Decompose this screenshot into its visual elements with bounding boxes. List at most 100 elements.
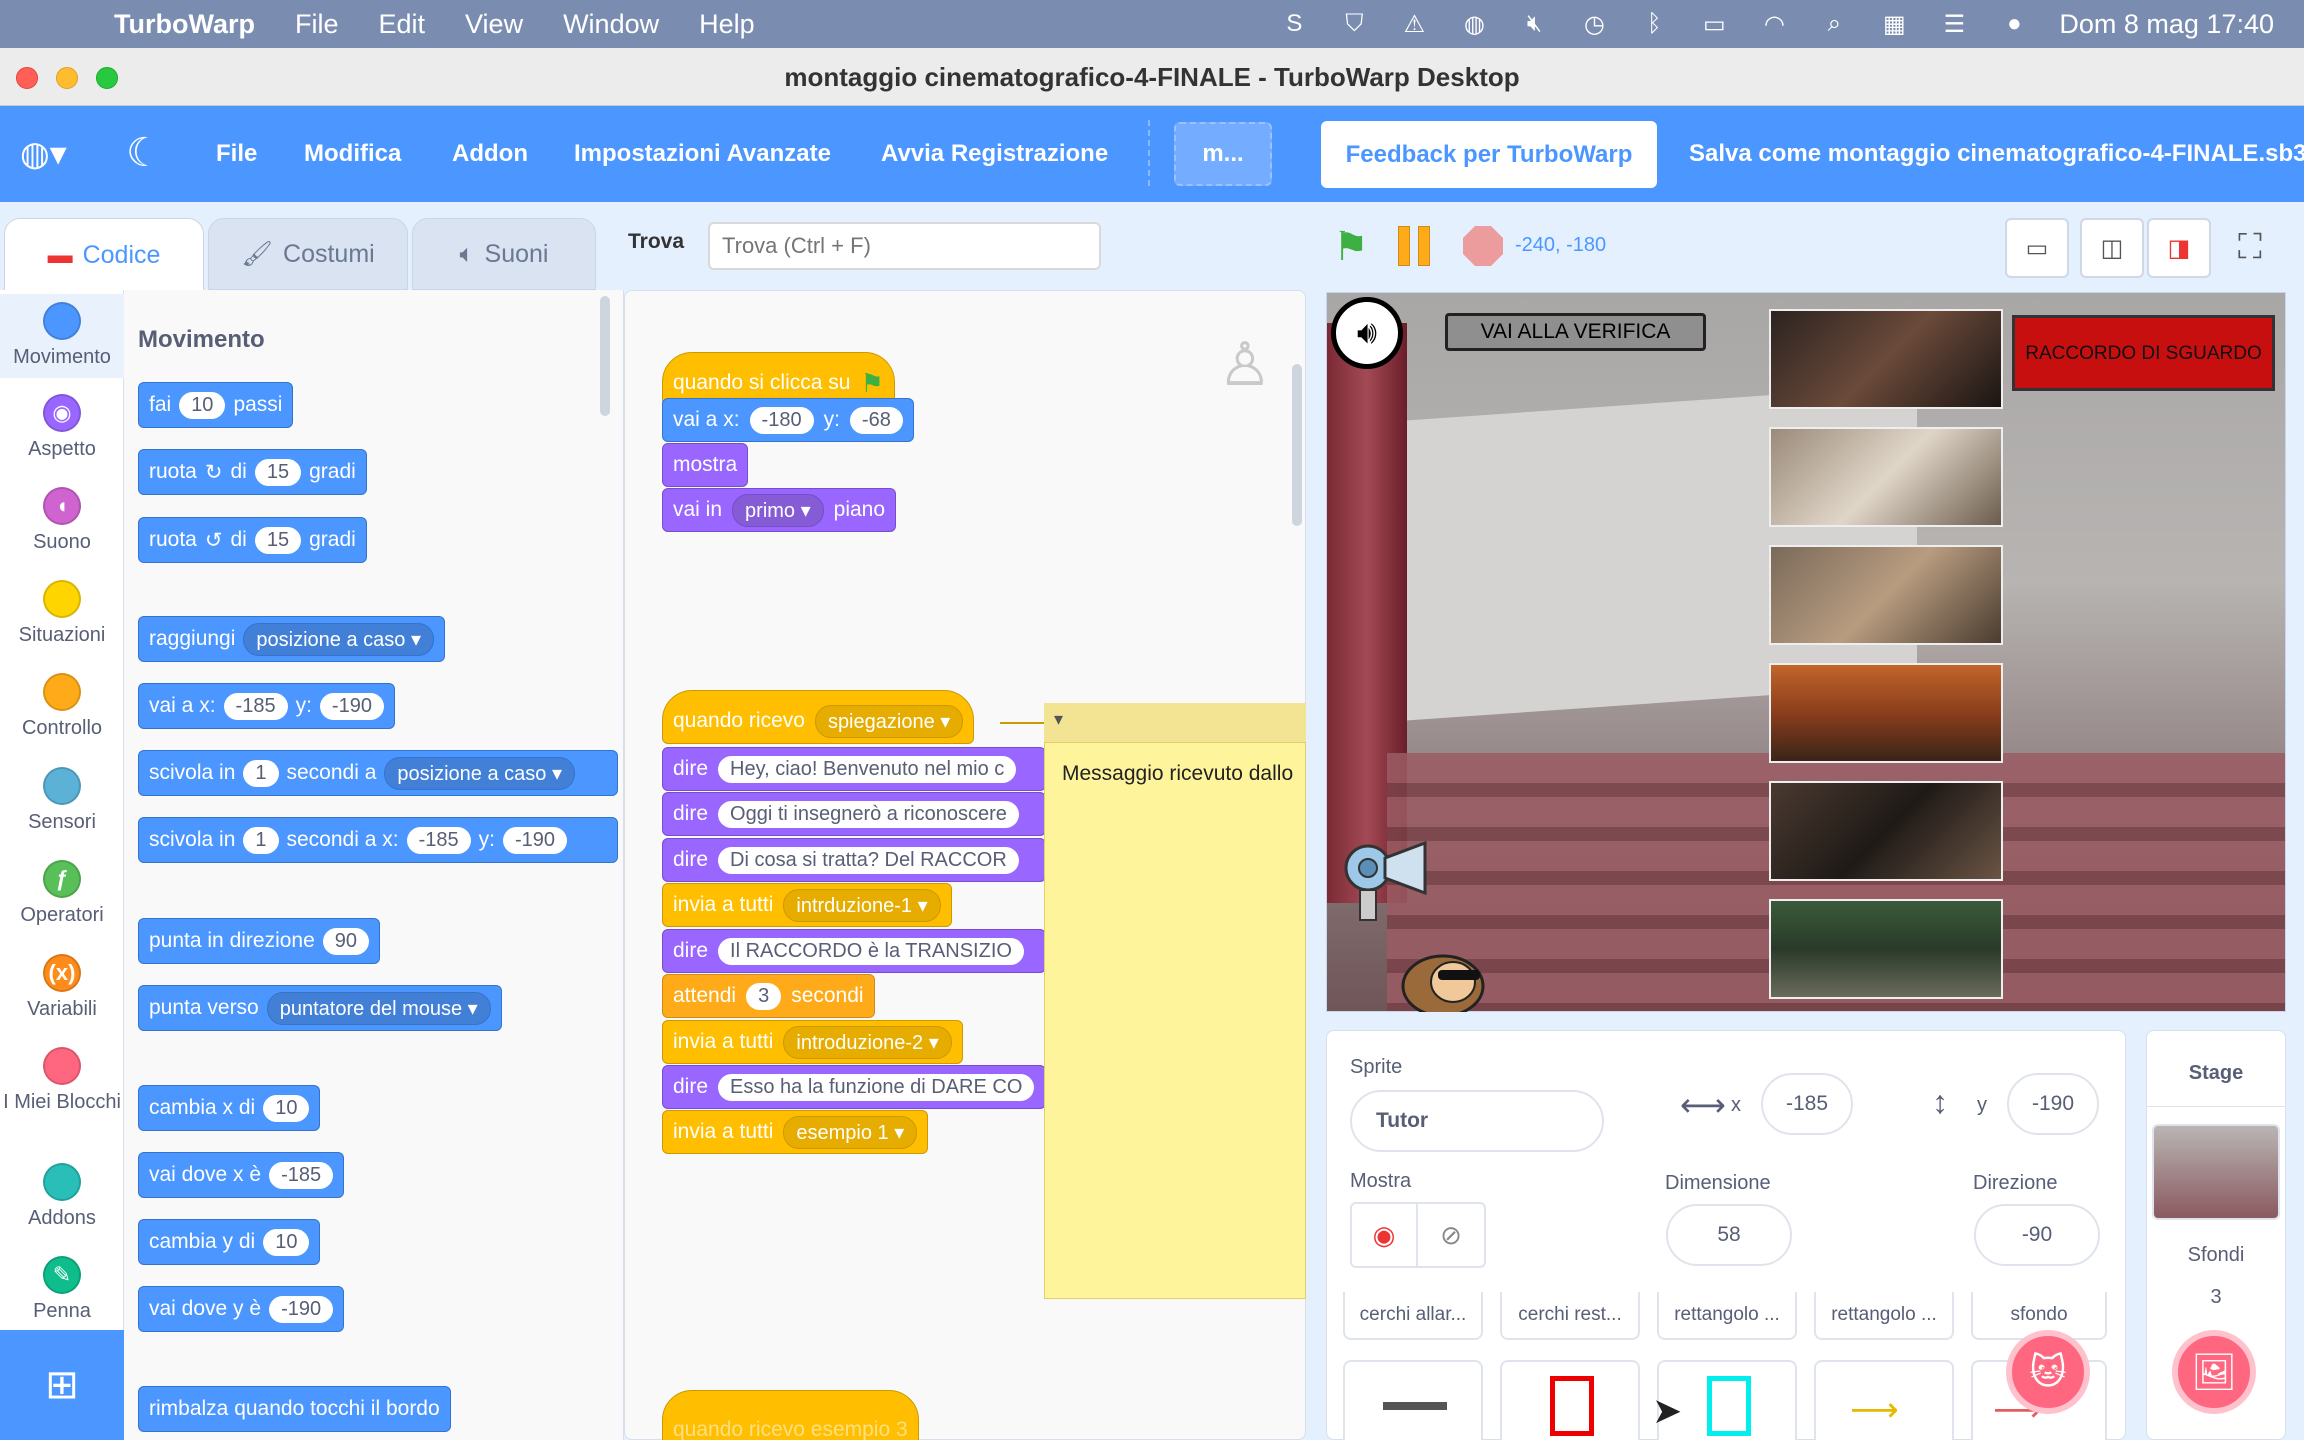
block-change-x[interactable]: cambia x di 10	[138, 1085, 321, 1131]
notification-icon[interactable]: ⚠	[1399, 11, 1429, 38]
block-dropdown[interactable]: intrduzione-1 ▾	[783, 888, 941, 922]
block-input[interactable]: 10	[263, 1228, 310, 1256]
menu-edit[interactable]: Edit	[379, 9, 426, 40]
block-input[interactable]: 1	[243, 826, 279, 854]
block-input[interactable]: -185	[406, 826, 471, 854]
shield-icon[interactable]: ⛉	[1339, 10, 1369, 37]
block-move-steps[interactable]: fai 10 passi	[138, 382, 294, 428]
block-go-to[interactable]: raggiungi posizione a caso ▾	[138, 616, 445, 662]
category-movimento[interactable]: Movimento	[0, 302, 124, 369]
hide-eye-icon[interactable]: ⊘	[1418, 1204, 1484, 1266]
block-go-to-xy[interactable]: vai a x: -185 y: -190	[138, 683, 395, 729]
block-input[interactable]: Il RACCORDO è la TRANSIZIO	[718, 937, 1024, 965]
go-to-quiz-button[interactable]: VAI ALLA VERIFICA	[1445, 313, 1706, 351]
block-say[interactable]: dire Il RACCORDO è la TRANSIZIO	[662, 929, 1046, 973]
find-input[interactable]	[708, 222, 1101, 270]
tab-costumes[interactable]: 🖌︎ Costumi	[208, 218, 408, 290]
block-bounce[interactable]: rimbalza quando tocchi il bordo	[138, 1386, 451, 1432]
block-glide-to-xy[interactable]: scivola in 1 secondi a x: -185 y: -190	[138, 817, 618, 863]
category-i-miei-blocchi[interactable]: I Miei Blocchi	[0, 1047, 124, 1114]
category-operatori[interactable]: ƒ Operatori	[0, 860, 124, 927]
tw-menu-edit[interactable]: Modifica	[304, 140, 401, 168]
block-input[interactable]: -185	[223, 692, 288, 720]
block-input[interactable]: Hey, ciao! Benvenuto nel mio c	[718, 755, 1017, 783]
script-comment[interactable]	[1044, 703, 1306, 1299]
sprite-tile[interactable]: rettangolo ...	[1814, 1292, 1954, 1340]
siri-icon[interactable]: ●	[1999, 10, 2029, 37]
y-field[interactable]: -190	[2007, 1073, 2099, 1135]
block-input[interactable]: Oggi ti insegnerò a riconoscere	[718, 800, 1019, 828]
block-point-towards[interactable]: punta verso puntatore del mouse ▾	[138, 985, 502, 1031]
size-field[interactable]: 58	[1666, 1204, 1792, 1266]
save-as-button[interactable]: Salva come montaggio cinematografico-4-F…	[1689, 140, 2304, 168]
block-input[interactable]: 3	[746, 982, 782, 1010]
sprite-tile[interactable]: cerchi allar...	[1343, 1292, 1483, 1340]
x-field[interactable]: -185	[1761, 1073, 1853, 1135]
muted-speaker-icon[interactable]: 🔇︎	[1519, 10, 1549, 37]
script-scrollbar[interactable]	[1292, 364, 1302, 526]
block-go-to-layer[interactable]: vai in primo ▾ piano	[662, 488, 897, 532]
block-turn-left[interactable]: ruota ↺ di 15 gradi	[138, 517, 367, 563]
block-dropdown[interactable]: puntatore del mouse ▾	[266, 991, 491, 1025]
pause-button[interactable]	[1398, 226, 1438, 266]
block-input[interactable]: -190	[319, 692, 384, 720]
block-input[interactable]: -190	[269, 1295, 334, 1323]
block-input[interactable]: 1	[243, 759, 279, 787]
film-still-1[interactable]	[1769, 309, 2003, 409]
search-icon[interactable]: ⌕	[1819, 10, 1849, 37]
tw-menu-record[interactable]: Avvia Registrazione	[881, 140, 1108, 168]
normal-stage-button[interactable]: ◨	[2147, 218, 2211, 278]
tw-menu-file[interactable]: File	[216, 140, 257, 168]
menu-file[interactable]: File	[295, 9, 339, 40]
comment-header[interactable]: ▾	[1044, 703, 1306, 743]
sprite-tile[interactable]: cerchi rest...	[1500, 1292, 1640, 1340]
sprite-tile[interactable]: rettangolo ...	[1657, 1292, 1797, 1340]
battery-icon[interactable]: ▭	[1699, 11, 1729, 38]
category-variabili[interactable]: (x) Variabili	[0, 954, 124, 1021]
block-say[interactable]: dire Hey, ciao! Benvenuto nel mio c	[662, 747, 1046, 791]
time-machine-icon[interactable]: ◷	[1579, 11, 1609, 38]
sound-toggle-icon[interactable]: 🔊︎	[1331, 297, 1403, 369]
film-still-4[interactable]	[1769, 663, 2003, 763]
block-input[interactable]: 15	[254, 458, 302, 486]
bluetooth-icon[interactable]: ᛒ	[1639, 10, 1669, 37]
add-extension-button[interactable]: ⊞	[0, 1330, 124, 1440]
block-dropdown[interactable]: spiegazione ▾	[814, 704, 964, 738]
tab-sounds[interactable]: 🔈︎ Suoni	[412, 218, 596, 290]
theme-moon-icon[interactable]: ☾	[126, 130, 162, 176]
menu-help[interactable]: Help	[699, 9, 755, 40]
block-broadcast[interactable]: invia a tutti introduzione-2 ▾	[662, 1020, 963, 1064]
sprite-tile[interactable]: ⟶	[1814, 1360, 1954, 1440]
block-change-y[interactable]: cambia y di 10	[138, 1219, 321, 1265]
keyboard-icon[interactable]: ▦	[1879, 11, 1909, 38]
film-still-2[interactable]	[1769, 427, 2003, 527]
film-still-5[interactable]	[1769, 781, 2003, 881]
block-point-direction[interactable]: punta in direzione 90	[138, 918, 381, 964]
block-broadcast[interactable]: invia a tutti esempio 1 ▾	[662, 1110, 929, 1154]
stop-button[interactable]	[1463, 226, 1503, 266]
fullscreen-button[interactable]: ⛶	[2238, 228, 2262, 267]
s-status-icon[interactable]: S	[1279, 10, 1309, 37]
show-eye-icon[interactable]: ◉	[1352, 1204, 1418, 1266]
block-when-receive[interactable]: quando ricevo spiegazione ▾	[662, 690, 975, 744]
wifi-icon[interactable]: ◠	[1759, 11, 1789, 38]
stage-thumbnail[interactable]	[2152, 1124, 2280, 1220]
add-backdrop-button[interactable]: 🖼︎	[2172, 1330, 2256, 1414]
block-input[interactable]: Di cosa si tratta? Del RACCOR	[718, 846, 1019, 874]
add-sprite-button[interactable]: 🐱︎	[2006, 1330, 2090, 1414]
category-penna[interactable]: ✎ Penna	[0, 1256, 124, 1323]
film-still-3[interactable]	[1769, 545, 2003, 645]
raccordo-sguardo-button[interactable]: RACCORDO DI SGUARDO	[2012, 315, 2275, 391]
sprite-name-field[interactable]: Tutor	[1350, 1090, 1604, 1152]
console-button[interactable]: ▭	[2005, 218, 2069, 278]
stage-canvas[interactable]	[1326, 292, 2286, 1012]
project-title-button[interactable]: m...	[1174, 122, 1272, 186]
tw-menu-advanced[interactable]: Impostazioni Avanzate	[574, 140, 831, 168]
block-input[interactable]: -190	[502, 826, 567, 854]
language-globe-icon[interactable]: ◍▾	[20, 134, 67, 174]
block-input[interactable]: -180	[749, 406, 814, 434]
feedback-button[interactable]: Feedback per TurboWarp	[1321, 121, 1657, 188]
category-addons[interactable]: Addons	[0, 1163, 124, 1230]
sprite-tile[interactable]	[1500, 1360, 1640, 1440]
category-aspetto[interactable]: ◉ Aspetto	[0, 394, 124, 461]
